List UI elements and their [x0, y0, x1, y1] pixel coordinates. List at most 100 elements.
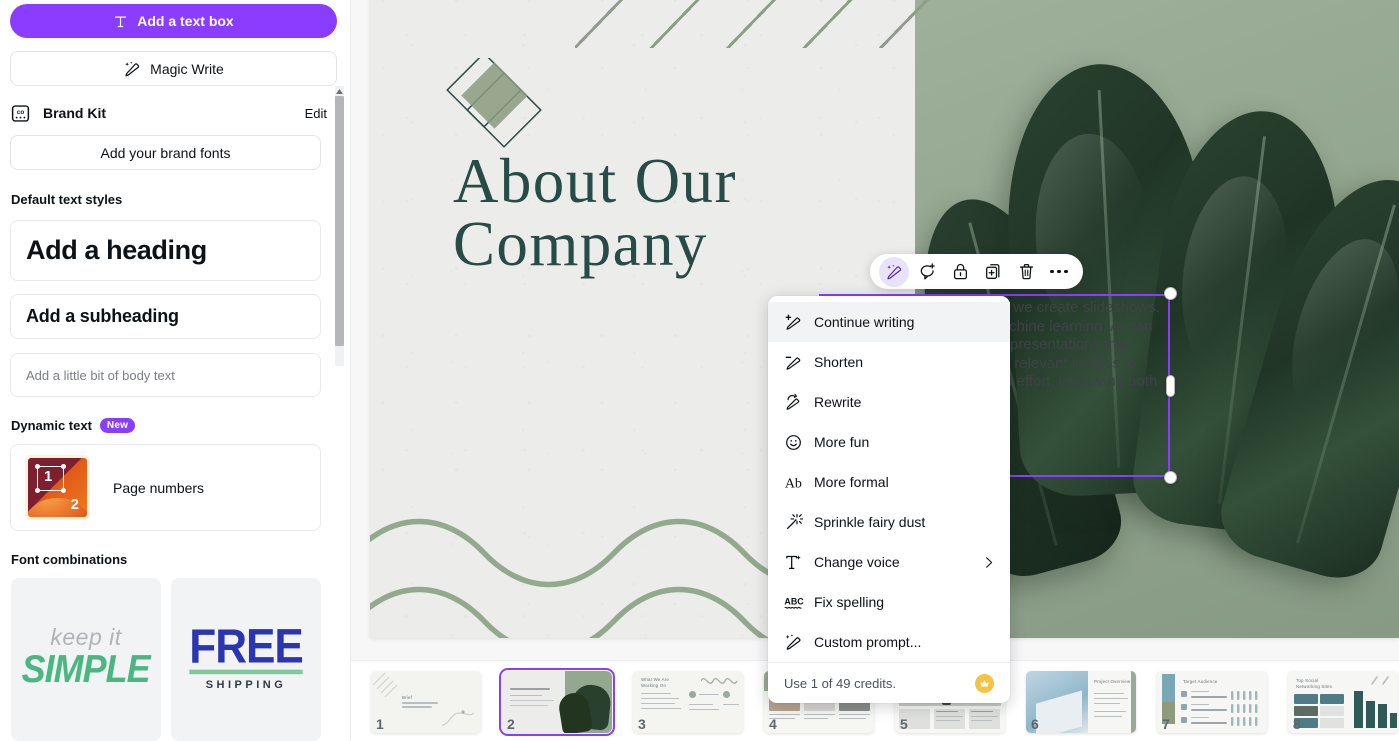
brand-kit-icon: co	[11, 104, 30, 122]
menu-item-shorten[interactable]: Shorten	[768, 342, 1010, 382]
page-thumbnail[interactable]: Top Social Networking Sites 8	[1288, 671, 1398, 733]
thumbnail-number: 1	[376, 716, 384, 732]
font-combo-top-text: FREE	[189, 618, 304, 674]
duplicate-icon	[985, 264, 999, 279]
text-style-body[interactable]: Add a little bit of body text	[10, 353, 321, 397]
more-dots-icon	[1050, 269, 1068, 274]
menu-item-label: Fix spelling	[814, 594, 885, 610]
svg-text:ABC: ABC	[784, 596, 804, 606]
add-brand-fonts-label: Add your brand fonts	[100, 144, 231, 161]
magic-pencil-icon	[887, 264, 902, 279]
page-title[interactable]: About Our Company	[453, 150, 913, 276]
font-combo-top-text: keep it	[50, 624, 122, 651]
left-sidebar: Add a text box Magic Write co Brand Kit …	[0, 0, 351, 741]
text-style-body-label: Add a little bit of body text	[26, 367, 175, 383]
magic-pencil-icon	[125, 61, 140, 76]
menu-item-label: Continue writing	[814, 314, 915, 330]
dynamic-text-heading: Dynamic text New	[11, 418, 136, 433]
menu-item-label: Custom prompt...	[814, 634, 922, 650]
add-brand-fonts-button[interactable]: Add your brand fonts	[10, 135, 321, 170]
menu-item-label: More fun	[814, 434, 870, 450]
thumbnail-number: 8	[1293, 716, 1301, 732]
menu-item-custom-prompt[interactable]: Custom prompt...	[768, 622, 1010, 662]
toolbar-comment-button[interactable]	[912, 257, 942, 287]
crown-icon	[975, 673, 994, 693]
toolbar-magic-write-button[interactable]	[879, 256, 909, 287]
menu-item-more-formal[interactable]: Ab More formal	[768, 462, 1010, 502]
magic-pencil-icon	[784, 633, 810, 652]
page-number-two: 2	[70, 496, 79, 513]
menu-item-sprinkle-fairy-dust[interactable]: Sprinkle fairy dust	[768, 502, 1010, 542]
magic-write-button[interactable]: Magic Write	[10, 51, 337, 86]
pencil-plus-icon	[784, 313, 810, 332]
brand-kit-label: Brand Kit	[43, 105, 106, 121]
thumbnail-title: Target Audience	[1183, 679, 1218, 684]
thumbnail-title: Brief	[402, 695, 413, 700]
menu-item-rewrite[interactable]: Rewrite	[768, 382, 1010, 422]
new-badge: New	[99, 418, 136, 433]
sparkle-icon	[784, 513, 810, 532]
page-thumbnail[interactable]: What We Are Working On 3	[633, 671, 743, 733]
thumbnail-title: Project Overview	[1094, 679, 1131, 684]
font-combination-card[interactable]: FREE SHIPPING	[171, 578, 321, 741]
page-thumbnail[interactable]: 2	[499, 668, 615, 736]
text-style-heading[interactable]: Add a heading	[10, 220, 321, 281]
ab-icon: Ab	[784, 473, 810, 492]
brand-kit-edit-link[interactable]: Edit	[305, 106, 327, 121]
resize-handle-top-right[interactable]	[1164, 287, 1177, 300]
scroll-up-arrow-icon[interactable]	[335, 86, 344, 96]
pencil-refresh-icon	[784, 393, 810, 412]
menu-item-change-voice[interactable]: Change voice	[768, 542, 1010, 582]
menu-item-label: Shorten	[814, 354, 864, 370]
resize-handle-bottom-right[interactable]	[1164, 471, 1177, 484]
abc-spell-icon: ABC	[784, 593, 810, 612]
svg-text:co: co	[17, 108, 25, 115]
element-toolbar[interactable]	[870, 254, 1083, 289]
pencil-minus-icon	[784, 353, 810, 372]
magic-write-context-menu[interactable]: Continue writing Shorten Rewrite More fu…	[768, 296, 1010, 703]
thumbnail-number: 6	[1031, 716, 1039, 732]
toolbar-lock-button[interactable]	[945, 257, 975, 287]
menu-item-continue-writing[interactable]: Continue writing	[768, 302, 1010, 342]
text-style-subheading-label: Add a subheading	[26, 306, 179, 326]
menu-item-fix-spelling[interactable]: ABC Fix spelling	[768, 582, 1010, 622]
page-thumbnail[interactable]: Target Audience 7	[1157, 671, 1267, 733]
menu-item-label: Rewrite	[814, 394, 862, 410]
text-sparkle-icon	[784, 553, 810, 572]
page-numbers-card[interactable]: 1 2 Page numbers	[10, 444, 321, 531]
company-logo-icon	[446, 58, 542, 148]
text-style-heading-label: Add a heading	[26, 235, 207, 265]
toolbar-more-button[interactable]	[1044, 257, 1074, 287]
page-numbers-thumbnail: 1 2	[25, 455, 90, 520]
add-text-box-button[interactable]: Add a text box	[10, 4, 337, 38]
menu-item-label: Change voice	[814, 554, 900, 570]
resize-handle-right[interactable]	[1166, 374, 1175, 397]
page-thumbnail[interactable]: Project Overview 6	[1026, 671, 1136, 733]
add-text-box-label: Add a text box	[137, 13, 234, 29]
trash-icon	[1019, 263, 1033, 280]
comment-plus-icon	[920, 263, 935, 280]
thumbnail-number: 2	[507, 716, 515, 732]
menu-item-label: Sprinkle fairy dust	[814, 514, 926, 530]
sidebar-scrollbar-thumb[interactable]	[335, 96, 344, 346]
page-numbers-label: Page numbers	[113, 479, 205, 496]
smiley-icon	[784, 433, 810, 452]
chevron-right-icon	[981, 555, 996, 570]
thumbnail-number: 7	[1162, 716, 1170, 732]
font-combination-card[interactable]: keep it SIMPLE	[11, 578, 161, 741]
thumbnail-title: Top Social Networking Sites	[1296, 678, 1333, 689]
thumbnail-number: 4	[769, 716, 777, 732]
font-combo-bottom-text: SIMPLE	[21, 648, 151, 692]
menu-item-more-fun[interactable]: More fun	[768, 422, 1010, 462]
text-style-subheading[interactable]: Add a subheading	[10, 294, 321, 339]
canvas-area[interactable]: About Our Company AI is revolutionizing …	[351, 0, 1399, 741]
diagonal-stripes-decoration	[575, 0, 955, 48]
thumbnail-number: 3	[638, 716, 646, 732]
default-text-styles-heading: Default text styles	[11, 192, 123, 207]
page-thumbnail[interactable]: Brief 1	[371, 671, 481, 733]
font-combo-bottom-text: SHIPPING	[205, 679, 287, 692]
toolbar-duplicate-button[interactable]	[978, 257, 1008, 287]
text-icon	[115, 16, 127, 27]
toolbar-delete-button[interactable]	[1011, 257, 1041, 287]
font-combinations-heading: Font combinations	[11, 552, 128, 567]
